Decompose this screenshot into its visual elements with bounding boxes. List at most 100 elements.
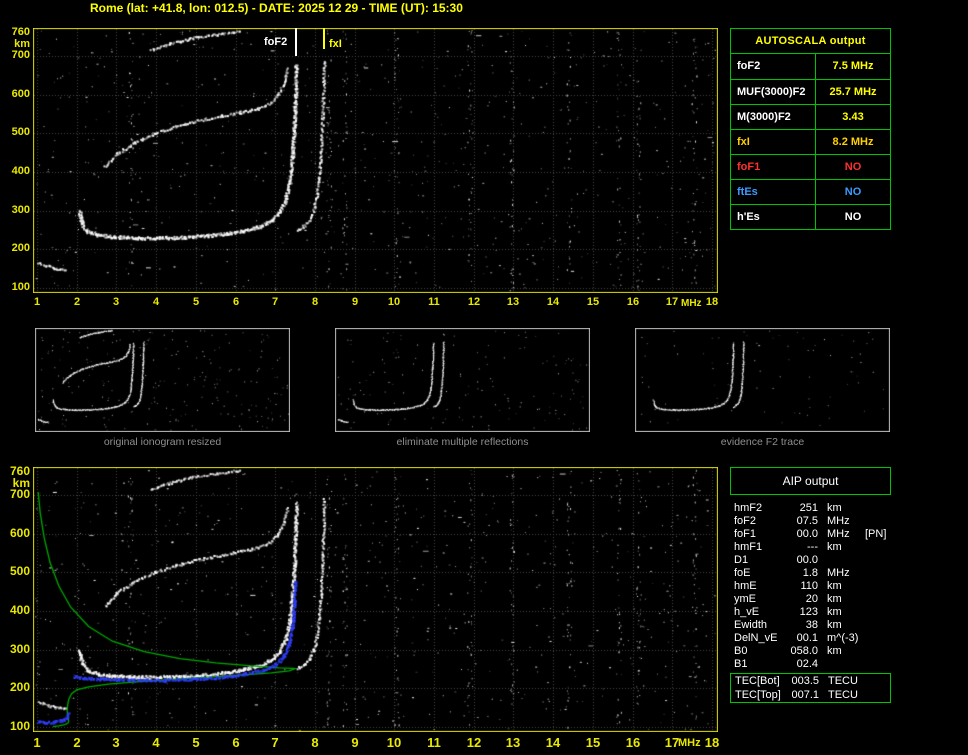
x-tick-label: 12 — [466, 735, 482, 750]
aip-param-name: ymE — [734, 593, 756, 605]
aip-param-name: TEC[Bot] — [735, 675, 780, 687]
page-title: Rome (lat: +41.8, lon: 012.5) - DATE: 20… — [90, 1, 463, 15]
x-axis-unit: MHz — [681, 298, 702, 309]
y-tick-label: 200 — [11, 242, 30, 254]
aip-param-unit: km — [827, 541, 842, 553]
aip-row: hmE 110 km — [734, 580, 891, 593]
aip-row: TEC[Bot] 003.5 TECU — [735, 674, 890, 688]
autoscala-row: ftEs NO — [731, 179, 890, 204]
autoscala-param-name: foF1 — [737, 161, 761, 173]
aip-param-name: foF2 — [734, 515, 757, 527]
x-tick-label: 6 — [232, 735, 240, 750]
x-tick-label: 6 — [232, 296, 240, 308]
thumbnail-eliminate-multiples — [335, 328, 590, 432]
aip-param-flag — [864, 554, 891, 567]
aip-param-value: 07.5 — [796, 515, 818, 527]
y-tick-label: 100 — [11, 281, 30, 293]
x-tick-label: 11 — [428, 296, 440, 308]
aip-output-panel: AIP output hmF2 251 km foF2 07.5 MHz foF1 00.0 M… — [730, 467, 891, 703]
autoscala-param-name: fxI — [737, 136, 750, 148]
x-tick-label: 2 — [73, 296, 81, 308]
aip-param-value: 110 — [800, 580, 818, 592]
aip-param-flag — [864, 645, 891, 658]
x-tick-label: 7 — [271, 735, 279, 750]
aip-param-value: 20 — [805, 593, 818, 605]
autoscala-table-title: AUTOSCALA output — [731, 29, 890, 54]
x-tick-label: 16 — [626, 296, 640, 308]
autoscala-row: foF2 7.5 MHz — [731, 54, 890, 79]
x-tick-label: 13 — [506, 296, 520, 308]
x-tick-label: 3 — [112, 296, 120, 308]
aip-row: Ewidth 38 km — [734, 619, 891, 632]
aip-param-unit: MHz — [827, 567, 850, 579]
x-tick-label: 5 — [192, 735, 200, 750]
aip-row: hmF1 --- km — [734, 541, 891, 554]
x-tick-label: 12 — [467, 296, 481, 308]
fxI-marker-line — [323, 28, 325, 49]
x-tick-label: 4 — [152, 296, 160, 308]
autoscala-param-value: NO — [815, 180, 890, 204]
foF2-marker-line — [295, 28, 297, 56]
y-tick-label: 100 — [9, 719, 30, 733]
thumbnail-caption: eliminate multiple reflections — [396, 436, 529, 448]
x-tick-label: 15 — [586, 296, 600, 308]
autoscala-row: MUF(3000)F2 25.7 MHz — [731, 79, 890, 104]
autoscala-param-name: foF2 — [737, 60, 761, 72]
aip-param-flag — [864, 580, 891, 593]
aip-param-unit — [818, 658, 864, 671]
aip-param-flag — [864, 658, 891, 671]
y-tick-label: 400 — [11, 165, 30, 177]
aip-param-unit: MHz — [827, 515, 850, 527]
autoscala-row: M(3000)F2 3.43 — [731, 104, 890, 129]
aip-param-name: B1 — [734, 658, 748, 670]
aip-row: ymE 20 km — [734, 593, 891, 606]
y-tick-label: 600 — [11, 88, 30, 100]
x-tick-label: 8 — [311, 296, 319, 308]
y-axis-unit: km — [14, 38, 30, 50]
top-ionogram-canvas — [33, 28, 718, 293]
aip-panel-title: AIP output — [730, 467, 891, 495]
aip-param-value: 00.1 — [796, 632, 818, 644]
aip-param-flag — [864, 606, 891, 619]
autoscala-param-value: 25.7 MHz — [815, 80, 890, 104]
aip-row: D1 00.0 — [734, 554, 891, 567]
fxI-marker-label: fxI — [329, 38, 342, 50]
aip-row: B0 058.0 km — [734, 645, 891, 658]
x-tick-label: 4 — [152, 735, 160, 750]
thumbnail-original-ionogram — [35, 328, 290, 432]
aip-param-name: hmF2 — [734, 502, 763, 514]
aip-param-unit: km — [827, 502, 842, 514]
autoscala-param-value: 8.2 MHz — [815, 130, 890, 154]
aip-param-value: 003.5 — [791, 675, 819, 687]
aip-param-flag — [864, 619, 891, 632]
aip-param-unit: m^(-3) — [827, 632, 859, 644]
aip-tec-box: TEC[Bot] 003.5 TECU TEC[Top] 007.1 TECU — [730, 673, 891, 703]
autoscala-param-name: h'Es — [737, 211, 760, 223]
aip-param-name: D1 — [734, 554, 749, 566]
x-tick-label: 11 — [427, 735, 441, 750]
aip-param-unit: TECU — [828, 689, 858, 701]
y-tick-label: 200 — [9, 680, 30, 694]
aip-param-unit: TECU — [828, 675, 858, 687]
aip-param-value: 00.0 — [796, 554, 818, 566]
aip-param-name: hmF1 — [734, 541, 763, 553]
aip-param-unit: km — [827, 645, 842, 657]
autoscala-row: fxI 8.2 MHz — [731, 129, 890, 154]
x-tick-label: 10 — [386, 735, 402, 750]
aip-param-unit: km — [827, 619, 842, 631]
x-tick-label: 15 — [585, 735, 601, 750]
x-tick-label: 9 — [351, 296, 359, 308]
aip-row: DelN_vE 00.1 m^(-3) — [734, 632, 891, 645]
y-tick-label: 300 — [9, 642, 30, 656]
autoscala-row: foF1 NO — [731, 154, 890, 179]
autoscala-param-value: 3.43 — [815, 105, 890, 129]
aip-param-value: 251 — [799, 502, 818, 514]
aip-param-flag: [PN] — [865, 528, 887, 540]
x-tick-label: 10 — [387, 296, 401, 308]
aip-row: foF1 00.0 MHz [PN] — [734, 528, 891, 541]
x-axis-unit: MHz — [678, 737, 701, 749]
x-tick-label: 16 — [625, 735, 641, 750]
aip-param-unit: MHz — [827, 528, 850, 540]
y-tick-label: 500 — [9, 564, 30, 578]
x-tick-label: 18 — [704, 735, 720, 750]
